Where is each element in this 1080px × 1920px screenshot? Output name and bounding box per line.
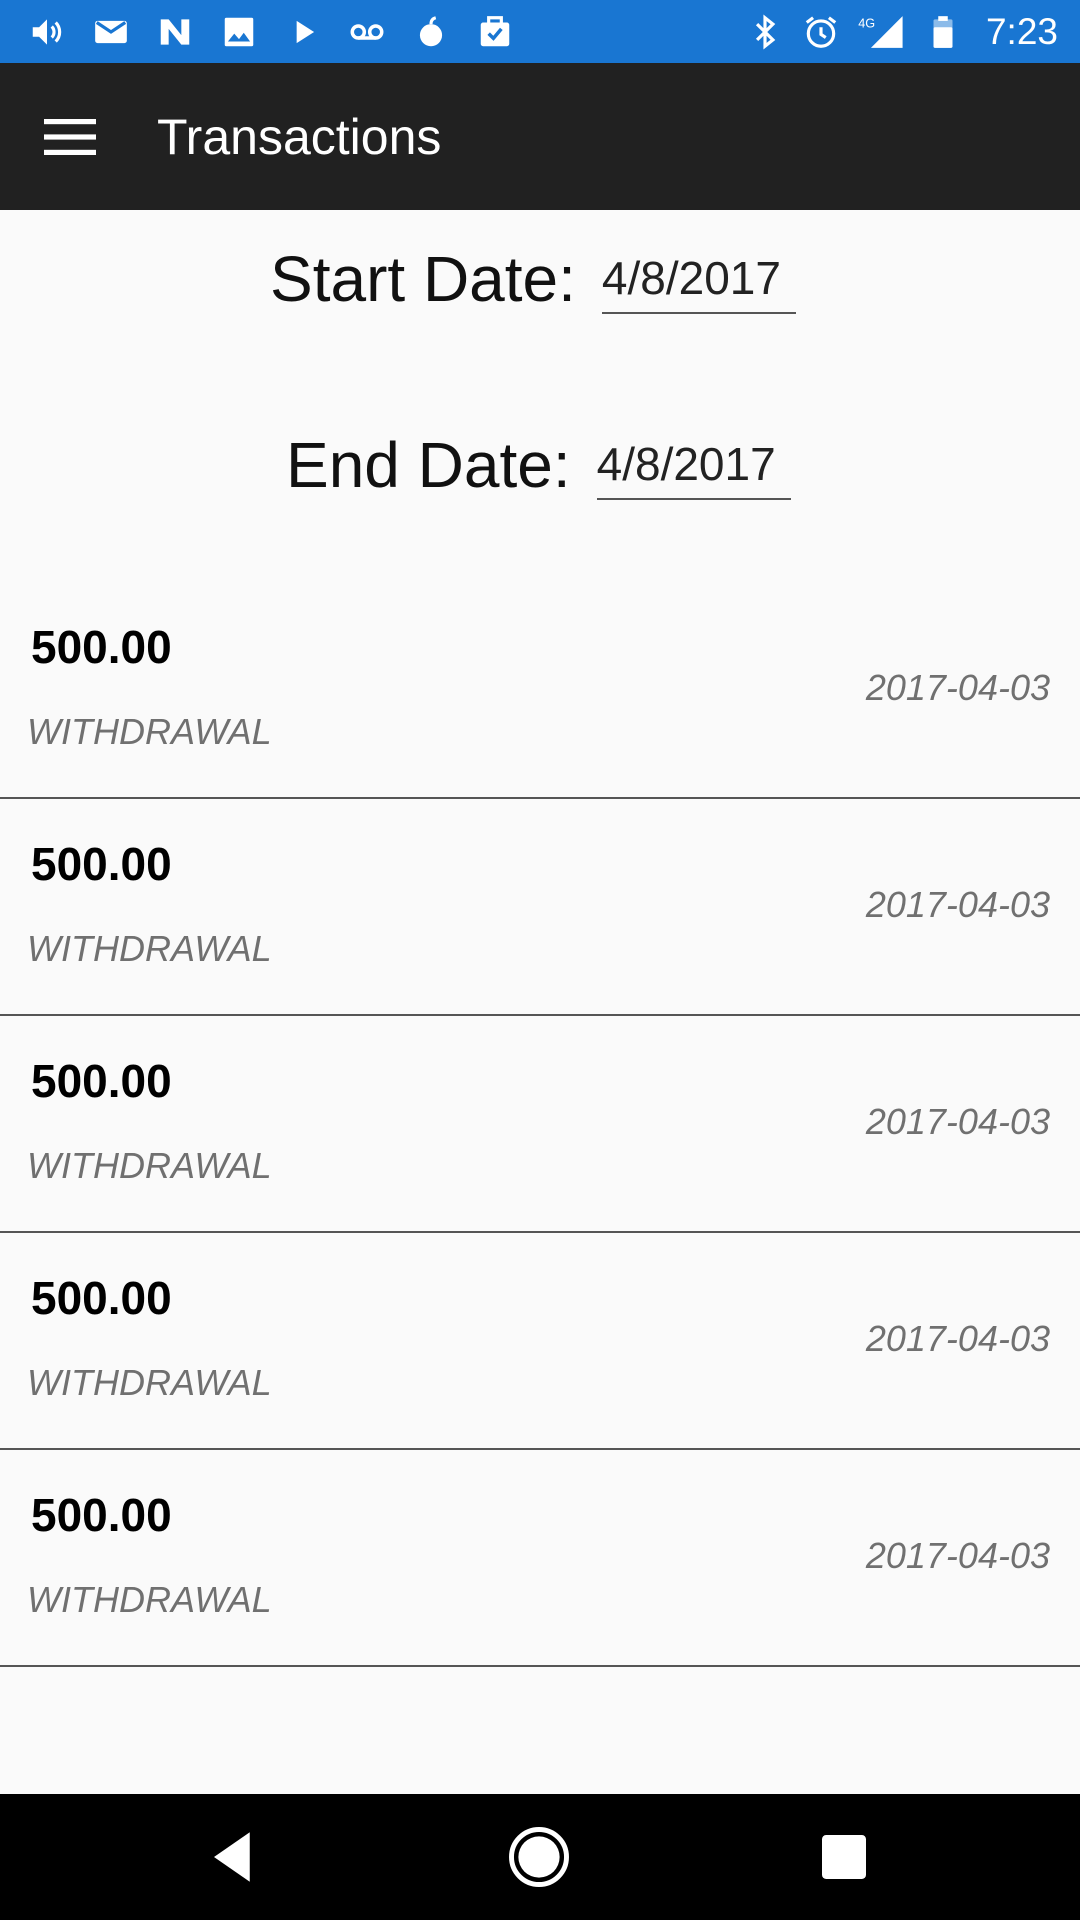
apple-icon [412, 13, 450, 51]
list-item[interactable]: 500.00 WITHDRAWAL 2017-04-03 [0, 1233, 1080, 1450]
transaction-list: 500.00 WITHDRAWAL 2017-04-03 500.00 WITH… [0, 582, 1080, 1667]
transaction-type: WITHDRAWAL [27, 928, 272, 969]
status-bar: 4G 7:23 [0, 0, 1080, 63]
volume-icon [28, 13, 66, 51]
bluetooth-icon [746, 13, 784, 51]
clipboard-icon [476, 13, 514, 51]
menu-button[interactable] [40, 111, 100, 163]
list-item[interactable]: 500.00 WITHDRAWAL 2017-04-03 [0, 799, 1080, 1016]
transaction-date: 2017-04-03 [865, 1318, 1050, 1359]
system-icons: 4G 7:23 [746, 0, 1058, 63]
notification-icons [28, 0, 514, 63]
end-date-label: End Date: [286, 429, 571, 501]
transaction-amount: 500.00 [31, 621, 172, 673]
signal-icon: 4G [858, 13, 906, 51]
transaction-amount: 500.00 [31, 1489, 172, 1541]
network-type-label: 4G [858, 16, 875, 30]
transaction-type: WITHDRAWAL [27, 1362, 272, 1403]
play-icon [284, 13, 322, 51]
start-date-field[interactable] [601, 250, 796, 314]
transaction-date: 2017-04-03 [865, 1101, 1050, 1142]
mail-icon [92, 13, 130, 51]
transaction-date: 2017-04-03 [865, 1535, 1050, 1576]
transaction-amount: 500.00 [31, 1055, 172, 1107]
home-icon [509, 1827, 569, 1887]
transaction-date: 2017-04-03 [865, 667, 1050, 708]
transaction-amount: 500.00 [31, 1272, 172, 1324]
list-item[interactable]: 500.00 WITHDRAWAL 2017-04-03 [0, 1016, 1080, 1233]
transaction-type: WITHDRAWAL [27, 1145, 272, 1186]
back-button[interactable] [203, 1824, 269, 1890]
transaction-date: 2017-04-03 [865, 884, 1050, 925]
end-date-row: End Date: [286, 430, 791, 500]
transaction-amount: 500.00 [31, 838, 172, 890]
back-icon [214, 1832, 250, 1882]
recents-icon [822, 1835, 866, 1879]
n-logo-icon [156, 13, 194, 51]
recents-button[interactable] [811, 1824, 877, 1890]
image-icon [220, 13, 258, 51]
clock: 7:23 [985, 10, 1058, 52]
start-date-label: Start Date: [270, 243, 576, 315]
battery-icon [924, 13, 962, 51]
page-title: Transactions [157, 109, 442, 165]
list-item[interactable]: 500.00 WITHDRAWAL 2017-04-03 [0, 1450, 1080, 1667]
home-button[interactable] [506, 1824, 572, 1890]
voicemail-icon [348, 13, 386, 51]
end-date-field[interactable] [596, 436, 791, 500]
transaction-type: WITHDRAWAL [27, 1579, 272, 1620]
system-nav-bar [0, 1794, 1080, 1920]
alarm-icon [802, 13, 840, 51]
list-item[interactable]: 500.00 WITHDRAWAL 2017-04-03 [0, 582, 1080, 799]
app-bar: Transactions [0, 63, 1080, 210]
transaction-type: WITHDRAWAL [27, 711, 272, 752]
menu-icon [44, 119, 96, 155]
start-date-row: Start Date: [270, 244, 796, 314]
